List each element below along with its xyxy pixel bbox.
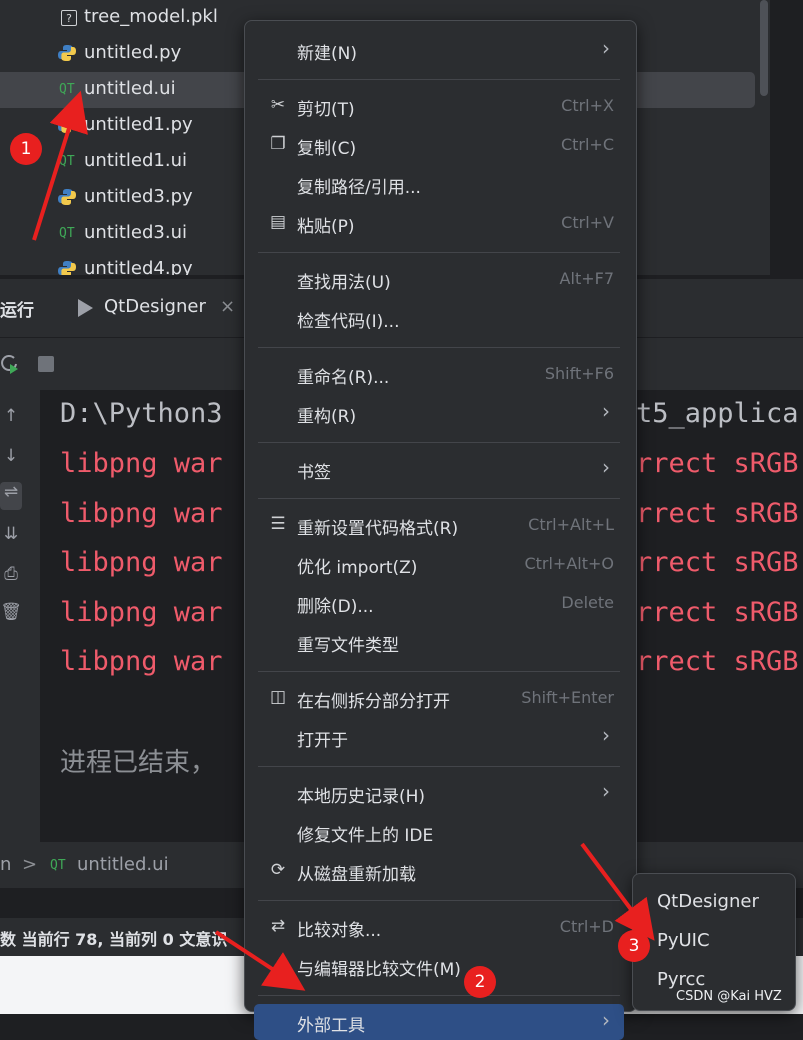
watermark: CSDN @Kai HVZ (676, 989, 782, 1004)
annotation-badge-1: 1 (10, 133, 42, 165)
annotation-arrow (214, 930, 306, 991)
menu-item-label: 外部工具 (297, 1016, 365, 1036)
annotation-badge-3: 3 (618, 930, 650, 962)
annotation-arrow (580, 842, 655, 941)
annotation-badge-2: 2 (464, 966, 496, 998)
annotation-arrow (32, 90, 88, 241)
annotation-arrows (32, 90, 655, 991)
